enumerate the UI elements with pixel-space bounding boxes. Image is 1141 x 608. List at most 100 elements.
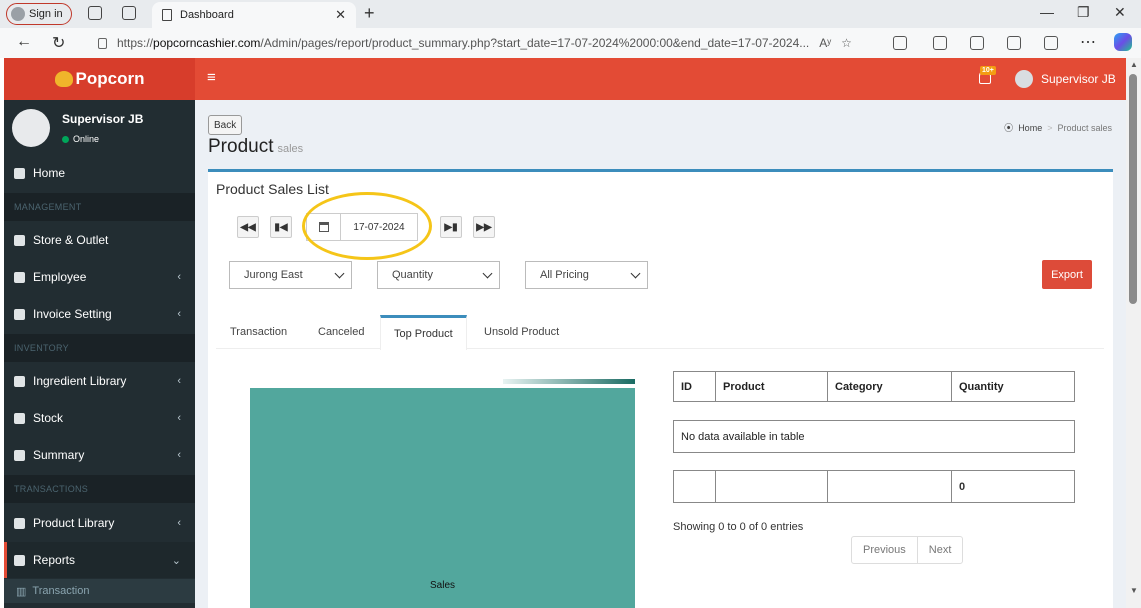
minimize-icon[interactable]: — [1040,4,1054,20]
col-quantity[interactable]: Quantity [951,371,1075,402]
book-icon [14,517,25,529]
sidebar-item-summary[interactable]: Summary ‹ [4,437,195,473]
table-info: Showing 0 to 0 of 0 entries [673,521,804,533]
last-date-button[interactable]: ▶▶ [473,216,495,238]
copilot-icon[interactable] [1114,33,1132,51]
col-id[interactable]: ID [673,371,716,402]
sidebar-item-label: Stock [33,411,64,425]
chart-color-scale [503,379,635,384]
metric-select[interactable]: Quantity [377,261,500,289]
bank-icon [14,234,25,246]
favorite-star-icon[interactable]: ☆ [841,36,852,50]
workspaces-icon[interactable] [88,6,102,20]
sidebar-item-home[interactable]: Home [4,155,195,191]
col-category[interactable]: Category [827,371,952,402]
close-window-icon[interactable]: ✕ [1114,4,1126,21]
chevron-left-icon: ‹ [177,517,181,529]
back-arrow-icon[interactable]: ← [16,33,32,51]
page-scrollbar[interactable]: ▲ ▼ [1126,58,1141,608]
user-menu[interactable]: Supervisor JB [1015,70,1116,88]
table-footer-row: 0 [673,470,1075,503]
tab-transaction[interactable]: Transaction [230,315,287,349]
prev-date-button[interactable]: ▮◀ [270,216,292,238]
page-title-text: Product [208,136,274,157]
favorites-icon[interactable] [970,36,984,50]
metric-select-value: Quantity [392,269,433,281]
chevron-left-icon: ‹ [177,308,181,320]
url-field[interactable]: https://popcorncashier.com/Admin/pages/r… [86,31,876,55]
browser-essentials-icon[interactable] [1044,36,1058,50]
page-icon [162,9,172,21]
table-icon [14,449,25,461]
pricing-select[interactable]: All Pricing [525,261,648,289]
read-aloud-icon[interactable]: Aʸ [819,36,831,50]
users-icon [14,271,25,283]
sidebar-item-invoice[interactable]: Invoice Setting ‹ [4,296,195,332]
col-product[interactable]: Product [715,371,828,402]
tab-unsold-product[interactable]: Unsold Product [484,315,559,349]
close-tab-icon[interactable]: ✕ [335,7,346,23]
next-button[interactable]: Next [918,537,963,563]
hamburger-menu-icon[interactable]: ≡ [207,69,216,86]
breadcrumb: ⦿ Home > Product sales [1004,121,1112,134]
tab-top-product[interactable]: Top Product [380,315,467,350]
footer-quantity-total: 0 [959,480,966,493]
sidebar-item-label: Employee [33,270,87,284]
previous-button[interactable]: Previous [852,537,918,563]
brand-logo[interactable]: Popcorn [4,58,195,100]
outlet-select[interactable]: Jurong East [229,261,352,289]
first-date-button[interactable]: ◀◀ [237,216,259,238]
book-icon [14,375,25,387]
url-host: popcorncashier.com [153,36,261,50]
sidebar-item-stock[interactable]: Stock ‹ [4,400,195,436]
date-highlight-annotation [302,192,432,260]
back-button[interactable]: Back [208,115,243,135]
chevron-down-icon: ⌄ [171,554,181,567]
breadcrumb-home[interactable]: Home [1018,123,1042,133]
sidebar-item-ingredient[interactable]: Ingredient Library ‹ [4,363,195,399]
scroll-down-icon[interactable]: ▼ [1130,586,1138,595]
chart-label-sales: Sales [430,580,456,591]
chevron-down-icon [482,268,493,279]
restore-icon[interactable]: ❐ [1077,4,1090,21]
box-title: Product Sales List [216,181,329,197]
sidebar-item-employee[interactable]: Employee ‹ [4,259,195,295]
tab-actions-icon[interactable] [122,6,136,20]
browser-tab-bar: Sign in Dashboard ✕ + — ❐ ✕ [0,0,1141,28]
user-panel: Supervisor JB Online [4,100,195,154]
outlet-select-value: Jurong East [244,269,303,281]
collections-icon[interactable] [1007,36,1021,50]
section-management: MANAGEMENT [4,193,195,221]
sign-in-button[interactable]: Sign in [6,3,72,25]
browser-tab-dashboard[interactable]: Dashboard ✕ [152,2,356,28]
section-transactions: TRANSACTIONS [4,475,195,503]
scroll-up-icon[interactable]: ▲ [1130,60,1138,69]
report-tabs: Transaction Canceled Top Product Unsold … [216,315,1104,350]
split-screen-icon[interactable] [933,36,947,50]
database-icon [14,412,25,424]
tab-canceled[interactable]: Canceled [318,315,364,349]
new-tab-button[interactable]: + [364,3,375,24]
more-options-icon[interactable]: ⋯ [1080,32,1096,52]
url-path: /Admin/pages/report/product_summary.php?… [260,36,810,50]
scrollbar-thumb[interactable] [1129,74,1137,304]
sidebar-item-reports[interactable]: Reports ⌄ [4,542,195,578]
sidebar-item-product-library[interactable]: Product Library ‹ [4,505,195,541]
notification-badge: 10+ [980,66,996,75]
refresh-icon[interactable]: ↻ [52,33,65,53]
export-button[interactable]: Export [1042,260,1092,289]
next-date-button[interactable]: ▶▮ [440,216,462,238]
sidebar-item-store[interactable]: Store & Outlet [4,222,195,258]
online-dot-icon [62,135,69,143]
top-navbar: ≡ 10+ Supervisor JB [195,58,1126,100]
avatar [1015,70,1033,88]
sidebar-subitem-transaction[interactable]: ▥ Transaction [4,579,195,603]
product-sales-box: Product Sales List ◀◀ ▮◀ 17-07-2024 ▶▮ ▶… [208,169,1113,608]
breadcrumb-current: Product sales [1057,122,1112,133]
home-icon [14,167,25,179]
sidebar-user-name: Supervisor JB [62,112,144,126]
extensions-icon[interactable] [893,36,907,50]
url-text: https://popcorncashier.com/Admin/pages/r… [117,36,809,50]
chevron-left-icon: ‹ [177,375,181,387]
sidebar: Supervisor JB Online Home MANAGEMENT Sto… [4,100,195,608]
